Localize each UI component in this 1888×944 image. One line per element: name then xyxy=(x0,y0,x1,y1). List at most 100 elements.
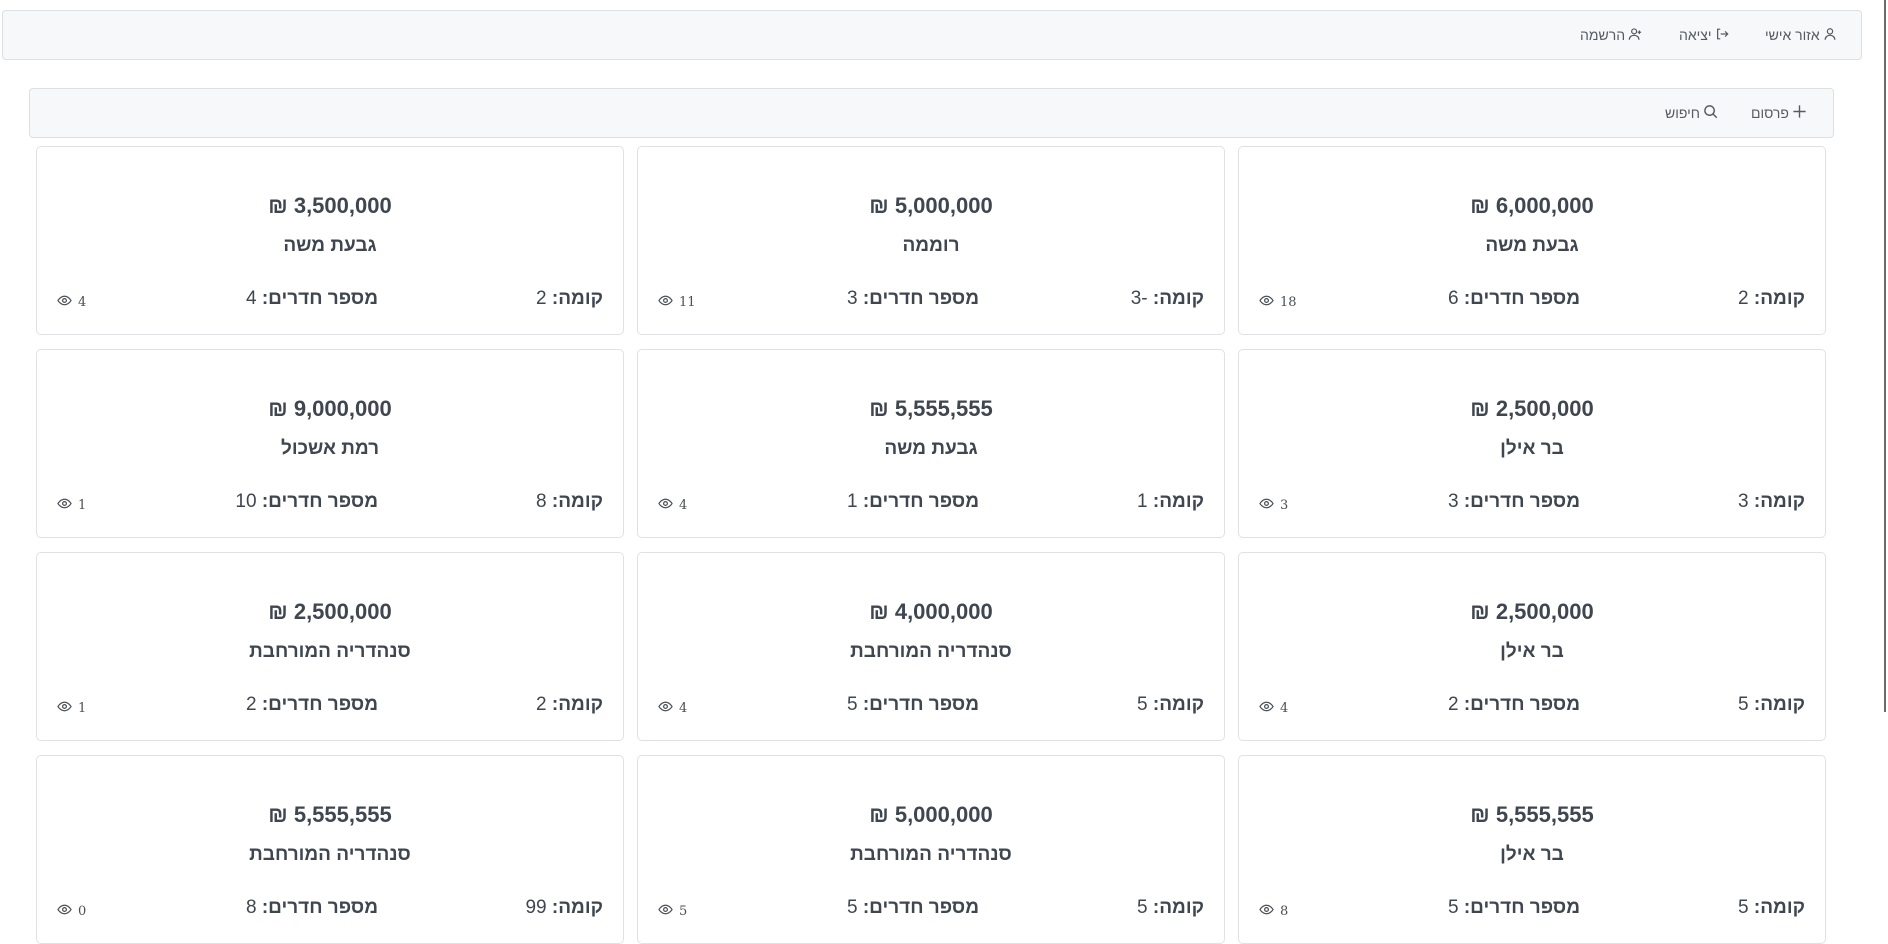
rooms-value: 4 xyxy=(245,288,257,309)
floor-label: קומה: xyxy=(1753,288,1805,309)
rooms-value: 3 xyxy=(1447,491,1459,512)
rooms-value: 10 xyxy=(235,491,257,512)
listing-price: ₪ 5,000,000 xyxy=(869,193,993,218)
scrollbar[interactable] xyxy=(1884,0,1886,712)
publish-button[interactable]: פרסום xyxy=(1751,89,1807,137)
floor-label: קומה: xyxy=(551,694,603,715)
floor-label: קומה: xyxy=(1753,491,1805,512)
listing-price: ₪ 4,000,000 xyxy=(869,599,993,624)
publish-label: פרסום xyxy=(1751,105,1789,121)
floor-value: 5 xyxy=(1137,694,1148,715)
listing-views: 4 xyxy=(658,699,687,718)
views-count: 8 xyxy=(1280,904,1289,919)
rooms-value: 5 xyxy=(1447,897,1459,918)
listing-floor: קומה: 5 xyxy=(1137,694,1204,716)
nav-profile-label: אזור אישי xyxy=(1765,27,1820,43)
listing-area: בר אילן xyxy=(1500,641,1564,662)
views-count: 3 xyxy=(1280,498,1289,513)
listing-area: בר אילן xyxy=(1500,844,1564,865)
action-toolbar: פרסום חיפוש xyxy=(29,88,1834,138)
rooms-value: 2 xyxy=(245,694,257,715)
rooms-value: 1 xyxy=(846,491,858,512)
listing-price: ₪ 9,000,000 xyxy=(268,396,392,421)
views-count: 4 xyxy=(679,701,688,716)
listing-area: סנהדריה המורחבת xyxy=(249,641,411,662)
listing-views: 4 xyxy=(658,496,687,515)
listing-views: 0 xyxy=(57,902,86,921)
listing-card[interactable]: ₪ 6,000,000 גבעת משה קומה: 2 מספר חדרים:… xyxy=(1238,146,1826,335)
listing-rooms: מספר חדרים: 10 xyxy=(235,491,378,513)
listing-card[interactable]: ₪ 2,500,000 סנהדריה המורחבת קומה: 2 מספר… xyxy=(36,552,624,741)
listing-floor: קומה: 8 xyxy=(536,491,603,513)
listing-card[interactable]: ₪ 5,000,000 סנהדריה המורחבת קומה: 5 מספר… xyxy=(637,755,1225,944)
listing-area: רוממה xyxy=(902,235,960,256)
views-count: 5 xyxy=(679,904,688,919)
nav-profile-link[interactable]: אזור אישי xyxy=(1765,11,1837,59)
floor-label: קומה: xyxy=(551,288,603,309)
rooms-value: 6 xyxy=(1447,288,1459,309)
listing-floor: קומה: 3 xyxy=(1738,491,1805,513)
listing-views: 1 xyxy=(57,699,86,718)
listing-card[interactable]: ₪ 2,500,000 בר אילן קומה: 3 מספר חדרים: … xyxy=(1238,349,1826,538)
listing-rooms: מספר חדרים: 5 xyxy=(847,897,979,919)
listing-card[interactable]: ₪ 2,500,000 בר אילן קומה: 5 מספר חדרים: … xyxy=(1238,552,1826,741)
search-button[interactable]: חיפוש xyxy=(1665,89,1718,137)
rooms-value: 5 xyxy=(846,694,858,715)
rooms-label: מספר חדרים: xyxy=(1463,694,1580,715)
listing-card[interactable]: ₪ 9,000,000 רמת אשכול קומה: 8 מספר חדרים… xyxy=(36,349,624,538)
floor-label: קומה: xyxy=(551,491,603,512)
listing-area: גבעת משה xyxy=(1485,235,1579,256)
nav-register-link[interactable]: הרשמה xyxy=(1580,11,1642,59)
listing-floor: קומה: 5 xyxy=(1738,694,1805,716)
listing-floor: קומה: 5 xyxy=(1738,897,1805,919)
rooms-value: 8 xyxy=(245,897,257,918)
plus-icon xyxy=(1792,104,1807,122)
listing-rooms: מספר חדרים: 2 xyxy=(246,694,378,716)
floor-value: 5 xyxy=(1137,897,1148,918)
listing-card[interactable]: ₪ 5,555,555 גבעת משה קומה: 1 מספר חדרים:… xyxy=(637,349,1225,538)
listing-area: סנהדריה המורחבת xyxy=(850,844,1012,865)
listing-floor: קומה: -3 xyxy=(1131,288,1204,310)
listing-price: ₪ 3,500,000 xyxy=(268,193,392,218)
listing-area: רמת אשכול xyxy=(280,438,380,459)
user-icon xyxy=(1823,27,1837,44)
eye-icon xyxy=(57,496,72,515)
listing-views: 4 xyxy=(57,293,86,312)
floor-value: 3 xyxy=(1738,491,1749,512)
user-plus-icon xyxy=(1628,27,1642,44)
rooms-label: מספר חדרים: xyxy=(261,288,378,309)
eye-icon xyxy=(658,293,673,312)
views-count: 4 xyxy=(78,295,87,310)
search-label: חיפוש xyxy=(1665,105,1700,121)
eye-icon xyxy=(57,699,72,718)
rooms-label: מספר חדרים: xyxy=(862,491,979,512)
listing-floor: קומה: 5 xyxy=(1137,897,1204,919)
views-count: 1 xyxy=(78,498,87,513)
rooms-label: מספר חדרים: xyxy=(261,694,378,715)
listing-card[interactable]: ₪ 4,000,000 סנהדריה המורחבת קומה: 5 מספר… xyxy=(637,552,1225,741)
listing-card[interactable]: ₪ 3,500,000 גבעת משה קומה: 2 מספר חדרים:… xyxy=(36,146,624,335)
search-icon xyxy=(1703,104,1718,122)
listing-card[interactable]: ₪ 5,000,000 רוממה קומה: -3 מספר חדרים: 3… xyxy=(637,146,1225,335)
listing-area: סנהדריה המורחבת xyxy=(850,641,1012,662)
floor-label: קומה: xyxy=(1753,694,1805,715)
nav-logout-link[interactable]: יציאה xyxy=(1679,11,1729,59)
listing-rooms: מספר חדרים: 6 xyxy=(1448,288,1580,310)
listing-area: בר אילן xyxy=(1500,438,1564,459)
top-navbar: אזור אישי יציאה הרשמה xyxy=(2,10,1862,60)
listing-card[interactable]: ₪ 5,555,555 סנהדריה המורחבת קומה: 99 מספ… xyxy=(36,755,624,944)
listing-price: ₪ 2,500,000 xyxy=(268,599,392,624)
floor-value: -3 xyxy=(1130,288,1148,309)
listing-area: גבעת משה xyxy=(283,235,377,256)
listing-card[interactable]: ₪ 5,555,555 בר אילן קומה: 5 מספר חדרים: … xyxy=(1238,755,1826,944)
rooms-label: מספר חדרים: xyxy=(1463,897,1580,918)
floor-value: 2 xyxy=(1738,288,1749,309)
listing-rooms: מספר חדרים: 5 xyxy=(847,694,979,716)
eye-icon xyxy=(1259,902,1274,921)
rooms-label: מספר חדרים: xyxy=(862,694,979,715)
floor-value: 1 xyxy=(1137,491,1148,512)
listing-price: ₪ 6,000,000 xyxy=(1470,193,1594,218)
listing-price: ₪ 2,500,000 xyxy=(1470,599,1594,624)
eye-icon xyxy=(1259,293,1274,312)
listing-views: 3 xyxy=(1259,496,1288,515)
